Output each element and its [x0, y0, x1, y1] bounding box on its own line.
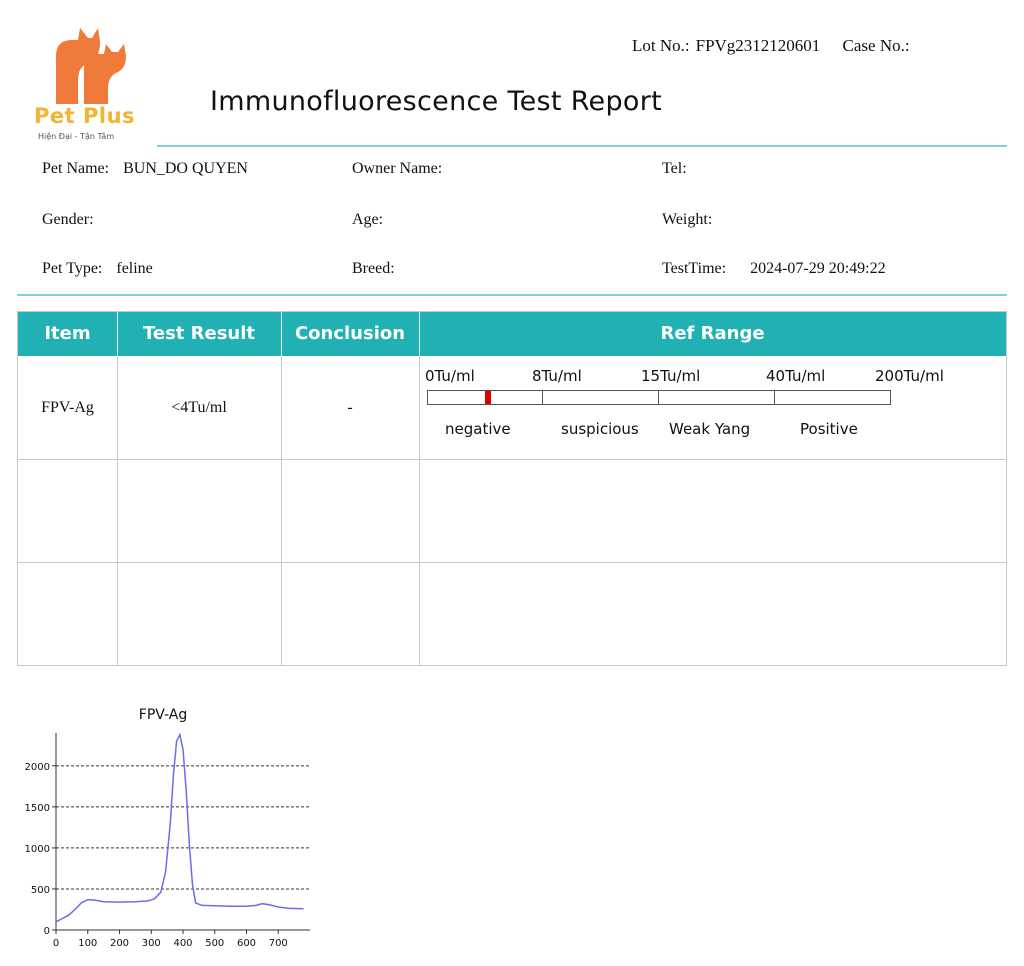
- ref-zone-divider: [542, 391, 543, 404]
- x-tick-label: 600: [237, 938, 256, 949]
- lot-label: Lot No.:: [632, 36, 690, 55]
- y-tick-label: 1000: [25, 844, 50, 855]
- ref-zone-label: suspicious: [561, 420, 639, 438]
- report-title: Immunofluorescence Test Report: [210, 86, 662, 117]
- ref-range-bar: [427, 390, 891, 405]
- ref-zone-label: Positive: [800, 420, 858, 438]
- tel-label: Tel:: [662, 160, 687, 177]
- test-time-label: TestTime:: [662, 260, 727, 277]
- row-result: <4Tu/ml: [171, 399, 227, 416]
- y-tick-label: 0: [44, 926, 50, 937]
- ref-zone-label: negative: [445, 420, 511, 438]
- results-table: Item Test Result Conclusion Ref Range FP…: [17, 311, 1007, 666]
- pet-name-field: Pet Name: BUN_DO QUYEN: [42, 160, 248, 178]
- lot-case-line: Lot No.: FPVg2312120601 Case No.:: [632, 36, 910, 56]
- logo-tagline: Hiện Đại - Tận Tâm: [38, 132, 115, 141]
- test-time-value: 2024-07-29 20:49:22: [750, 260, 886, 277]
- column-line: [419, 356, 420, 665]
- x-tick-label: 500: [205, 938, 224, 949]
- gender-label: Gender:: [42, 211, 94, 228]
- ref-tick-label: 40Tu/ml: [766, 367, 826, 385]
- ref-zone-label: Weak Yang: [669, 420, 751, 438]
- breed-label: Breed:: [352, 260, 395, 277]
- header-separator: [117, 312, 118, 356]
- pet-name-value: BUN_DO QUYEN: [123, 160, 248, 177]
- x-tick-label: 300: [142, 938, 161, 949]
- result-marker: [485, 391, 491, 404]
- case-label: Case No.:: [842, 36, 910, 55]
- ref-tick-label: 8Tu/ml: [532, 367, 582, 385]
- pet-plus-logo: Pet Plus Hiện Đại - Tận Tâm: [30, 22, 150, 152]
- x-tick-label: 0: [53, 938, 59, 949]
- cat-logo-icon: [56, 28, 126, 104]
- weight-label: Weight:: [662, 211, 713, 228]
- pet-type-label: Pet Type:: [42, 260, 103, 277]
- ref-tick-label: 15Tu/ml: [641, 367, 701, 385]
- x-tick-label: 200: [110, 938, 129, 949]
- ref-zone-divider: [774, 391, 775, 404]
- header-conclusion: Conclusion: [294, 323, 406, 344]
- ref-tick-label: 200Tu/ml: [875, 367, 944, 385]
- lot-value: FPVg2312120601: [695, 36, 821, 55]
- age-label: Age:: [352, 211, 384, 228]
- pet-type-value: feline: [116, 260, 153, 277]
- owner-name-label: Owner Name:: [352, 160, 443, 177]
- divider-middle: [17, 294, 1007, 296]
- header-separator: [419, 312, 420, 356]
- ref-tick-label: 0Tu/ml: [425, 367, 475, 385]
- x-tick-label: 100: [78, 938, 97, 949]
- logo-wordmark: Pet Plus: [34, 104, 136, 128]
- series-line: [55, 732, 304, 923]
- table-header: Item Test Result Conclusion Ref Range: [18, 312, 1006, 356]
- header-test-result: Test Result: [142, 323, 256, 344]
- y-tick-label: 500: [31, 885, 50, 896]
- header-ref-range: Ref Range: [660, 323, 765, 344]
- y-tick-label: 1500: [25, 803, 50, 814]
- chart-title: FPV-Ag: [139, 707, 187, 723]
- row-line: [18, 562, 1006, 563]
- test-time-field: TestTime: 2024-07-29 20:49:22: [662, 260, 886, 278]
- x-tick-label: 700: [269, 938, 288, 949]
- pet-name-label: Pet Name:: [42, 160, 110, 177]
- fpv-ag-chart: FPV-Ag 0 500 1000 1500 2000 0 100 200 300 400 500 60…: [18, 695, 318, 965]
- ref-zone-divider: [658, 391, 659, 404]
- chart-canvas: FPV-Ag 0 500 1000 1500 2000 0 100 200 300 400 500 60…: [25, 707, 310, 949]
- y-tick-label: 2000: [25, 762, 50, 773]
- pet-type-field: Pet Type: feline: [42, 260, 153, 278]
- header-separator: [281, 312, 282, 356]
- divider-top: [157, 145, 1007, 147]
- x-tick-label: 400: [173, 938, 192, 949]
- row-item: FPV-Ag: [41, 399, 94, 416]
- row-line: [18, 459, 1006, 460]
- header-item: Item: [44, 323, 91, 344]
- row-conclusion: -: [347, 399, 353, 416]
